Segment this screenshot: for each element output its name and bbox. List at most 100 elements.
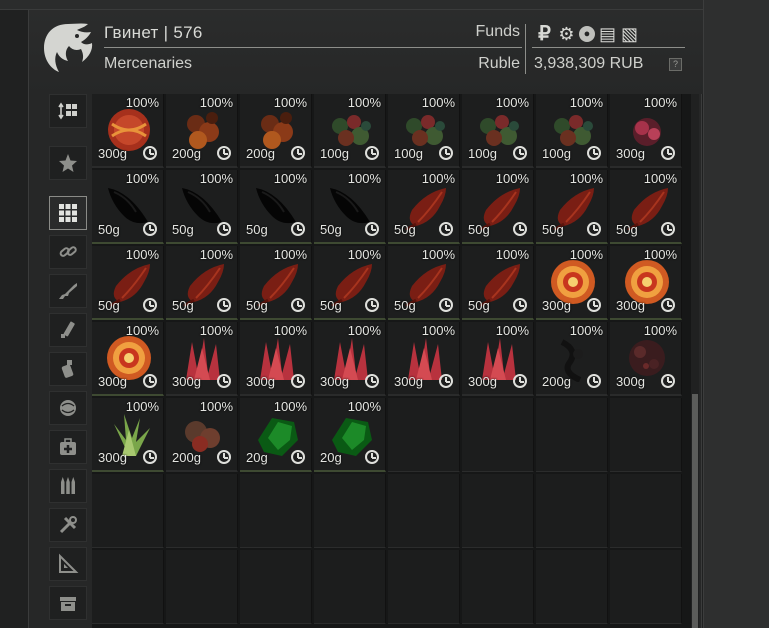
item-cell[interactable]: 100% 300g xyxy=(240,322,312,396)
stack-icon[interactable]: ▤ xyxy=(598,24,617,44)
clock-icon xyxy=(365,146,379,160)
all-items-button[interactable] xyxy=(49,196,87,230)
clock-icon xyxy=(439,298,453,312)
favorites-button[interactable] xyxy=(49,146,87,180)
grenades-button[interactable] xyxy=(49,352,87,386)
item-durability: 100% xyxy=(273,95,307,110)
clock-icon xyxy=(217,222,231,236)
item-durability: 100% xyxy=(199,247,233,262)
empty-slot xyxy=(240,550,312,624)
item-cell[interactable]: 100% 50g xyxy=(314,170,386,244)
top-strip xyxy=(0,0,769,10)
item-cell[interactable]: 100% 300g xyxy=(92,398,164,472)
clock-icon xyxy=(365,222,379,236)
clock-icon xyxy=(143,298,157,312)
clock-icon xyxy=(661,146,675,160)
item-cell[interactable]: 100% 50g xyxy=(92,170,164,244)
clock-icon xyxy=(143,146,157,160)
item-weight: 50g xyxy=(172,222,194,237)
item-cell[interactable]: 100% 50g xyxy=(462,170,534,244)
clock-icon xyxy=(513,374,527,388)
item-cell[interactable]: 100% 300g xyxy=(92,94,164,168)
item-cell[interactable]: 100% 200g xyxy=(166,94,238,168)
item-cell[interactable]: 100% 100g xyxy=(462,94,534,168)
item-durability: 100% xyxy=(347,399,381,414)
item-weight: 100g xyxy=(468,146,497,161)
item-weight: 20g xyxy=(246,450,268,465)
empty-slot xyxy=(536,550,608,624)
item-cell[interactable]: 100% 300g xyxy=(536,246,608,320)
item-cell[interactable]: 100% 50g xyxy=(388,170,460,244)
item-durability: 100% xyxy=(643,323,677,338)
rifle-icon xyxy=(59,283,77,299)
item-weight: 300g xyxy=(616,146,645,161)
item-cell[interactable]: 100% 300g xyxy=(388,322,460,396)
item-cell[interactable]: 100% 50g xyxy=(240,170,312,244)
clock-icon xyxy=(661,374,675,388)
item-cell[interactable]: 100% 50g xyxy=(314,246,386,320)
item-cell[interactable]: 100% 100g xyxy=(388,94,460,168)
item-cell[interactable]: 100% 300g xyxy=(610,246,682,320)
scrollbar-thumb[interactable] xyxy=(692,394,698,628)
clock-icon xyxy=(217,146,231,160)
sort-button[interactable] xyxy=(49,94,87,128)
info-items-button[interactable] xyxy=(49,547,87,581)
item-cell[interactable]: 100% 300g xyxy=(92,322,164,396)
grid-scrollbar[interactable] xyxy=(691,94,699,628)
item-cell[interactable]: 100% 300g xyxy=(166,322,238,396)
item-cell[interactable]: 100% 300g xyxy=(314,322,386,396)
containers-button[interactable] xyxy=(49,586,87,620)
item-cell[interactable]: 100% 300g xyxy=(610,94,682,168)
clock-icon xyxy=(661,222,675,236)
gear-coin-icon[interactable]: ⚙ xyxy=(557,24,576,44)
item-cell[interactable]: 100% 300g xyxy=(462,322,534,396)
empty-slot xyxy=(314,474,386,548)
item-cell[interactable]: 100% 50g xyxy=(166,246,238,320)
item-weight: 50g xyxy=(172,298,194,313)
help-button[interactable]: ? xyxy=(669,58,682,71)
eagle-logo-icon xyxy=(44,23,93,72)
gear-button[interactable] xyxy=(49,391,87,425)
item-weight: 100g xyxy=(394,146,423,161)
item-weight: 300g xyxy=(320,374,349,389)
item-weight: 300g xyxy=(98,374,127,389)
barter-button[interactable] xyxy=(49,235,87,269)
item-cell[interactable]: 100% 20g xyxy=(240,398,312,472)
item-durability: 100% xyxy=(569,95,603,110)
clock-icon xyxy=(439,222,453,236)
item-cell[interactable]: 100% 200g xyxy=(536,322,608,396)
item-cell[interactable]: 100% 100g xyxy=(536,94,608,168)
item-cell[interactable]: 100% 50g xyxy=(610,170,682,244)
helmet-ball-icon xyxy=(60,400,76,416)
mods-button[interactable] xyxy=(49,313,87,347)
item-cell[interactable]: 100% 100g xyxy=(314,94,386,168)
weapons-button[interactable] xyxy=(49,274,87,308)
tools-button[interactable] xyxy=(49,508,87,542)
item-cell[interactable]: 100% 50g xyxy=(92,246,164,320)
item-durability: 100% xyxy=(125,247,159,262)
clock-icon xyxy=(217,298,231,312)
item-cell[interactable]: 100% 20g xyxy=(314,398,386,472)
item-cell[interactable]: 100% 50g xyxy=(240,246,312,320)
item-durability: 100% xyxy=(199,171,233,186)
item-cell[interactable]: 100% 50g xyxy=(388,246,460,320)
item-cell[interactable]: 100% 200g xyxy=(240,94,312,168)
item-durability: 100% xyxy=(421,171,455,186)
item-weight: 300g xyxy=(616,374,645,389)
ruble-icon[interactable]: ₽ xyxy=(535,24,554,44)
item-cell[interactable]: 100% 200g xyxy=(166,398,238,472)
item-cell[interactable]: 100% 50g xyxy=(166,170,238,244)
item-weight: 200g xyxy=(246,146,275,161)
empty-slot xyxy=(462,474,534,548)
clock-icon xyxy=(291,222,305,236)
round-coin-icon[interactable]: ● xyxy=(579,26,595,42)
item-weight: 300g xyxy=(172,374,201,389)
item-weight: 50g xyxy=(542,222,564,237)
item-cell[interactable]: 100% 50g xyxy=(536,170,608,244)
ammo-button[interactable] xyxy=(49,469,87,503)
item-weight: 200g xyxy=(172,146,201,161)
medical-button[interactable] xyxy=(49,430,87,464)
item-cell[interactable]: 100% 300g xyxy=(610,322,682,396)
ticket-icon[interactable]: ▧ xyxy=(620,24,639,44)
item-cell[interactable]: 100% 50g xyxy=(462,246,534,320)
